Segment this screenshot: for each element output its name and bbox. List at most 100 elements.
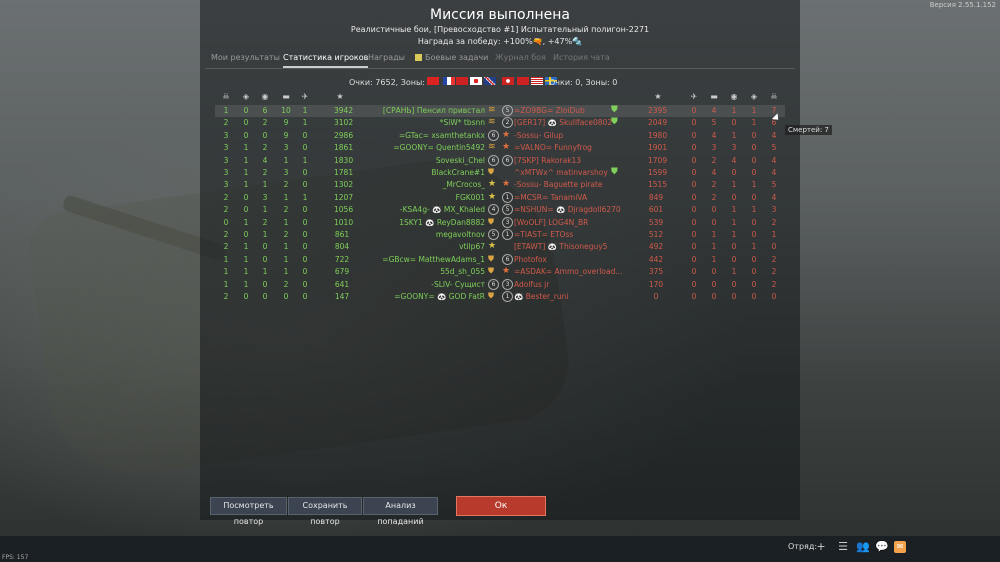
table-row[interactable]: 3 1 2 3 0 1861 =GOONY= Quentin5492 ≋ ★ =VALNO= Fu…: [215, 142, 785, 154]
table-row[interactable]: 0 1 2 1 0 1010 1SKY1 🐼 ReyDan8882 ⛊ 3 [WoOLF] LOG…: [215, 216, 785, 229]
enemy-stat-cell: 0: [691, 130, 697, 140]
enemy-player-name[interactable]: =NSHUN= 🐼 Djragdoll6270: [514, 205, 621, 214]
ally-player-name[interactable]: =GTac= xsamthetankx: [215, 131, 485, 140]
rank-number-icon: 6: [502, 154, 513, 166]
allies-score: Очки: 7652, Зоны: 3: [349, 78, 433, 87]
table-row[interactable]: 2 0 1 2 0 1056 -KSA4g- 🐼 MX_Khaled 4 5 =NSHUN= 🐼 …: [215, 204, 785, 216]
ally-player-name[interactable]: 1SKY1 🐼 ReyDan8882: [215, 218, 485, 227]
table-row[interactable]: 1 1 0 1 0 722 =GBcw= MatthewAdams_1 ⛊ 6 Photofox 4…: [215, 253, 785, 266]
rank-star-icon: ★: [488, 191, 497, 202]
enemy-player-name[interactable]: 🐼 Bester_runi: [514, 292, 568, 301]
rank-number-icon: 6: [488, 278, 499, 290]
tab-battle-log[interactable]: Журнал боя: [495, 53, 546, 62]
rank-number-icon: 4: [488, 204, 499, 216]
contacts-icon[interactable]: 👥: [856, 541, 870, 553]
enemy-stat-cell: 4: [771, 155, 777, 165]
table-row[interactable]: 3 1 1 2 0 1302 _MrCrocos_ ★ ★ -Sossu- Baguette pi…: [215, 179, 785, 191]
table-row[interactable]: 3 1 4 1 1 1830 Soveski_Chel 6 6 [7SKP] Rakorak13 1…: [215, 154, 785, 167]
enemy-stat-cell: 0: [731, 118, 737, 128]
rank-number-icon: 1: [502, 291, 513, 302]
ally-player-name[interactable]: _MrCrocos_: [215, 180, 485, 189]
deaths-tooltip: Смертей: 7: [785, 125, 832, 135]
ally-player-name[interactable]: =GOONY= 🐼 GOD FatR: [215, 292, 485, 301]
ally-player-name[interactable]: Soveski_Chel: [215, 156, 485, 165]
japan-flag-icon: [470, 77, 482, 85]
enemy-score: 512: [648, 230, 664, 239]
table-row[interactable]: 1 0 6 10 1 3942 [СРАНЬ] Пенсил привстал ≋ 5 =ZO9B…: [215, 105, 785, 117]
mail-icon[interactable]: ✉: [894, 541, 906, 553]
enemy-stat-cell: 2: [771, 217, 777, 227]
tab-my-results[interactable]: Мои результаты: [211, 53, 280, 62]
enemy-stat-cell: 0: [731, 168, 737, 177]
enemy-player-name[interactable]: =ASDAK= Ammo_overload...: [514, 267, 623, 276]
skull-icon: ☠: [222, 92, 230, 101]
enemy-player-name[interactable]: =VALNO= Funnyfrog: [514, 143, 592, 152]
ally-player-name[interactable]: =GBcw= MatthewAdams_1: [215, 255, 485, 264]
enemy-player-name[interactable]: [ETAWT] 🐼 Thisoneguy5: [514, 242, 607, 251]
rank-number-icon: 6: [488, 154, 499, 166]
tab-chat-history[interactable]: История чата: [553, 53, 610, 62]
enemy-stat-cell: 4: [731, 155, 737, 165]
enemy-player-name[interactable]: [7SKP] Rakorak13: [514, 156, 581, 165]
enemy-player-name[interactable]: [WoOLF] LOG4N_BR: [514, 218, 588, 227]
enemy-stat-cell: 0: [751, 292, 757, 301]
enemy-player-name[interactable]: Adolfus jr: [514, 280, 549, 289]
table-row[interactable]: 3 1 2 3 0 1781 BlackCrane#1 ⛊ ^xMTWx^ matinvarsh…: [215, 167, 785, 179]
ally-player-name[interactable]: BlackCrane#1: [215, 168, 485, 177]
enemy-stat-cell: 1: [751, 180, 757, 190]
ally-player-name[interactable]: -SLIV- Сущист: [215, 280, 485, 289]
ally-player-name[interactable]: FGK001: [215, 193, 485, 202]
squad-badge-icon: ⛊: [611, 117, 618, 128]
enemy-player-name[interactable]: =MCSR= TanamiVA: [514, 193, 587, 202]
ally-player-name[interactable]: megavoltnov: [215, 230, 485, 239]
table-row[interactable]: 2 1 0 1 0 804 vtilp67 ★ [ETAWT] 🐼 Thisoneguy5 492…: [215, 241, 785, 253]
enemy-score: 492: [648, 242, 664, 252]
watch-replay-button[interactable]: Посмотреть повтор: [210, 497, 287, 526]
enemy-stat-cell: 2: [771, 279, 777, 289]
ally-player-name[interactable]: vtilp67: [215, 242, 485, 251]
ally-player-name[interactable]: 55d_sh_055: [215, 267, 485, 276]
enemy-stat-cell: 2: [711, 155, 717, 165]
table-row[interactable]: 1 1 0 2 0 641 -SLIV- Сущист 6 3 Adolfus jr 170 0 0 0 0…: [215, 278, 785, 291]
reward-label: Награда за победу: +100%🔫, +47%🔩: [417, 37, 583, 46]
tab-player-stats[interactable]: Статистика игроков: [283, 53, 369, 68]
enemy-stat-cell: 0: [731, 254, 737, 264]
enemy-stat-cell: 1: [731, 230, 737, 239]
enemy-stat-cell: 0: [691, 168, 697, 177]
enemy-player-name[interactable]: =ZO9BG= ZloiDub: [514, 106, 585, 115]
enemy-player-name[interactable]: ^xMTWx^ matinvarshoy: [514, 168, 608, 177]
ally-player-name[interactable]: =GOONY= Quentin5492: [215, 143, 485, 152]
enemy-stat-cell: 0: [751, 130, 757, 140]
ally-player-name[interactable]: *SiW* tbsnn: [215, 118, 485, 127]
table-row[interactable]: 2 0 2 9 1 3102 *SiW* tbsnn ≋ 2 [GER17] 🐼 Skullfac…: [215, 117, 785, 129]
uk-flag-icon: [484, 77, 496, 85]
list-icon[interactable]: ☰: [837, 541, 849, 553]
ally-player-name[interactable]: [СРАНЬ] Пенсил привстал: [215, 106, 485, 115]
enemy-player-name[interactable]: [GER17] 🐼 Skullface0802: [514, 118, 612, 127]
enemy-score: 442: [648, 254, 664, 264]
enemy-stat-cell: 2: [711, 192, 717, 202]
enemy-stat-cell: 0: [691, 242, 697, 252]
table-row[interactable]: 1 1 1 1 0 679 55d_sh_055 ⛊ ★ =ASDAK= Ammo_overloa…: [215, 266, 785, 278]
enemy-player-name[interactable]: =TIAST= ETOss: [514, 230, 573, 239]
add-squad-icon[interactable]: +: [815, 541, 827, 553]
enemy-player-name[interactable]: -Sossu- Baguette pirate: [514, 180, 603, 189]
rank-number-icon: 5: [488, 229, 499, 240]
rank-star-icon: ★: [502, 179, 511, 190]
chat-icon[interactable]: 💬: [875, 541, 889, 553]
rank-shield-icon: ⛊: [488, 216, 494, 226]
plane-icon-right: ✈: [690, 92, 698, 101]
enemy-stat-cell: 4: [711, 168, 717, 177]
table-row[interactable]: 2 0 0 0 0 147 =GOONY= 🐼 GOD FatR ⛊ 1 🐼 Bester_run…: [215, 291, 785, 303]
enemy-player-name[interactable]: Photofox: [514, 255, 547, 264]
enemy-player-name[interactable]: -Sossu- Gilup: [514, 131, 563, 140]
hit-analysis-button[interactable]: Анализ попаданий: [363, 497, 438, 526]
table-row[interactable]: 2 0 1 2 0 861 megavoltnov 5 1 =TIAST= ETOss 512 0 1 1…: [215, 229, 785, 241]
table-row[interactable]: 3 0 0 9 0 2986 =GTac= xsamthetankx 6 ★ -Sossu- Gi…: [215, 129, 785, 142]
tab-rewards[interactable]: Награды: [368, 53, 405, 62]
ally-player-name[interactable]: -KSA4g- 🐼 MX_Khaled: [215, 205, 485, 214]
ok-button[interactable]: Ок: [456, 496, 546, 516]
save-replay-button[interactable]: Сохранить повтор: [288, 497, 362, 526]
table-row[interactable]: 2 0 3 1 1 1207 FGK001 ★ 1 =MCSR= TanamiVA 849 0 2 0 0 4: [215, 191, 785, 204]
tab-battle-tasks[interactable]: Боевые задачи: [415, 53, 488, 62]
